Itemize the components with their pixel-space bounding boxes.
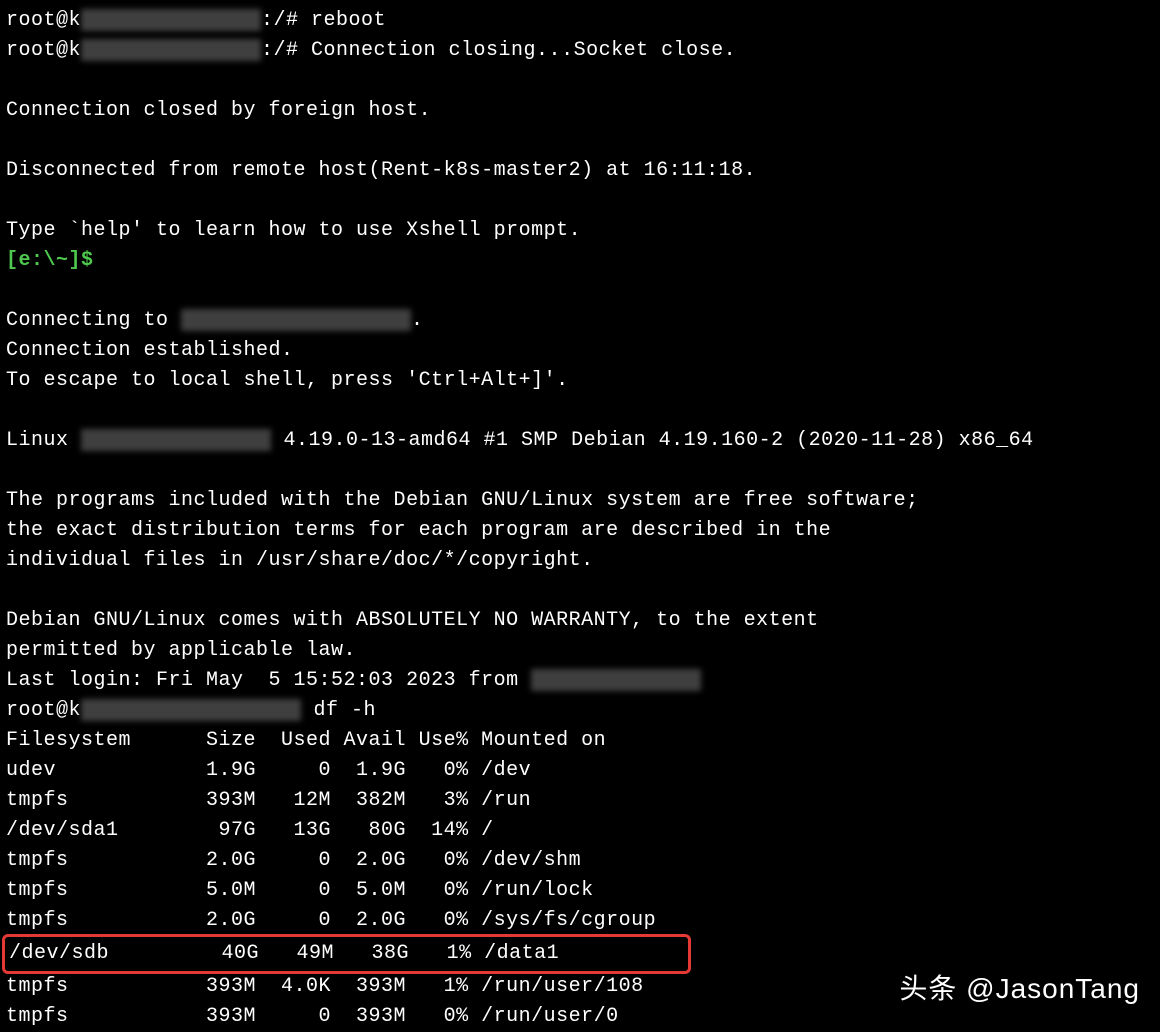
prompt-line: root@k:/# reboot bbox=[6, 6, 1154, 36]
table-row: tmpfs 5.0M 0 5.0M 0% /run/lock bbox=[6, 876, 1154, 906]
output-line: Disconnected from remote host(Rent-k8s-m… bbox=[6, 156, 1154, 186]
redacted-host bbox=[81, 39, 261, 61]
output-line: The programs included with the Debian GN… bbox=[6, 486, 1154, 516]
output-line: Debian GNU/Linux comes with ABSOLUTELY N… bbox=[6, 606, 1154, 636]
table-row: tmpfs 393M 12M 382M 3% /run bbox=[6, 786, 1154, 816]
df-header: Filesystem Size Used Avail Use% Mounted … bbox=[6, 726, 1154, 756]
blank-line bbox=[6, 66, 1154, 96]
blank-line bbox=[6, 396, 1154, 426]
table-row: udev 1.9G 0 1.9G 0% /dev bbox=[6, 756, 1154, 786]
output-line: Connection established. bbox=[6, 336, 1154, 366]
blank-line bbox=[6, 576, 1154, 606]
local-prompt: [e:\~]$ bbox=[6, 246, 1154, 276]
blank-line bbox=[6, 276, 1154, 306]
redacted-host bbox=[81, 429, 271, 451]
watermark: 头条 @JasonTang bbox=[899, 968, 1140, 1010]
blank-line bbox=[6, 186, 1154, 216]
output-line: Connection closed by foreign host. bbox=[6, 96, 1154, 126]
redacted-ip bbox=[181, 309, 411, 331]
output-line: Type `help' to learn how to use Xshell p… bbox=[6, 216, 1154, 246]
output-line: individual files in /usr/share/doc/*/cop… bbox=[6, 546, 1154, 576]
highlight-box: /dev/sdb 40G 49M 38G 1% /data1 bbox=[2, 934, 691, 974]
blank-line bbox=[6, 456, 1154, 486]
prompt-line: root@k df -h bbox=[6, 696, 1154, 726]
redacted-host bbox=[81, 9, 261, 31]
redacted-ip bbox=[531, 669, 701, 691]
redacted-host bbox=[81, 699, 301, 721]
table-row: tmpfs 2.0G 0 2.0G 0% /dev/shm bbox=[6, 846, 1154, 876]
prompt-line: root@k:/# Connection closing...Socket cl… bbox=[6, 36, 1154, 66]
table-row: /dev/sda1 97G 13G 80G 14% / bbox=[6, 816, 1154, 846]
output-line: Connecting to . bbox=[6, 306, 1154, 336]
blank-line bbox=[6, 126, 1154, 156]
table-row-highlighted: /dev/sdb 40G 49M 38G 1% /data1 bbox=[6, 936, 1154, 972]
output-line: Linux 4.19.0-13-amd64 #1 SMP Debian 4.19… bbox=[6, 426, 1154, 456]
output-line: Last login: Fri May 5 15:52:03 2023 from bbox=[6, 666, 1154, 696]
output-line: To escape to local shell, press 'Ctrl+Al… bbox=[6, 366, 1154, 396]
output-line: permitted by applicable law. bbox=[6, 636, 1154, 666]
output-line: the exact distribution terms for each pr… bbox=[6, 516, 1154, 546]
terminal-output[interactable]: root@k:/# reboot root@k:/# Connection cl… bbox=[6, 6, 1154, 1032]
table-row: tmpfs 2.0G 0 2.0G 0% /sys/fs/cgroup bbox=[6, 906, 1154, 936]
